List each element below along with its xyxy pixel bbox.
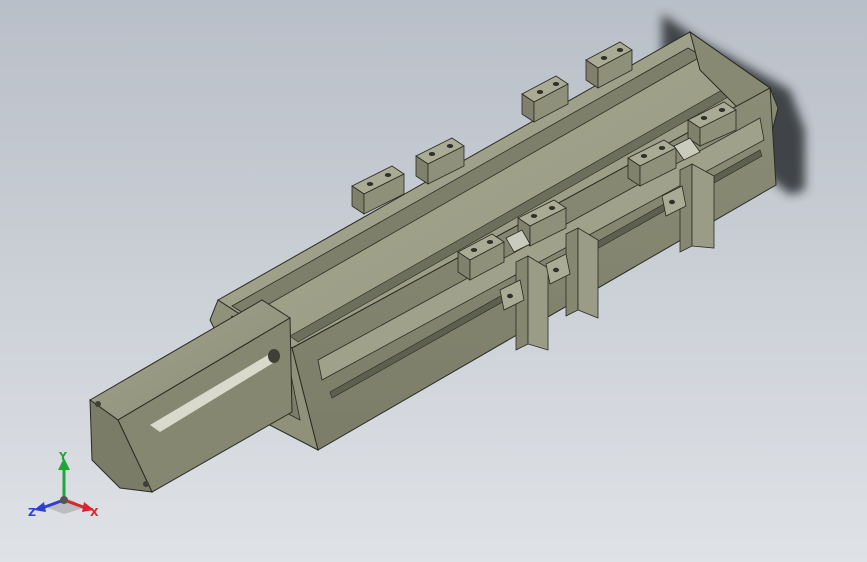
triad-label-z: Z: [28, 506, 36, 519]
triad-label-x: X: [90, 506, 99, 519]
rod-end-notch-bottom: [143, 481, 149, 487]
triad-origin: [60, 496, 68, 504]
output-rod[interactable]: [89, 299, 293, 493]
triad-label-y: Y: [58, 450, 68, 463]
linear-actuator-model[interactable]: Y X Z: [0, 0, 867, 562]
rod-end-notch-top: [95, 401, 101, 407]
rod-hole: [268, 349, 280, 363]
view-triad[interactable]: Y X Z: [28, 450, 99, 519]
cad-viewport[interactable]: Y X Z: [0, 0, 867, 562]
